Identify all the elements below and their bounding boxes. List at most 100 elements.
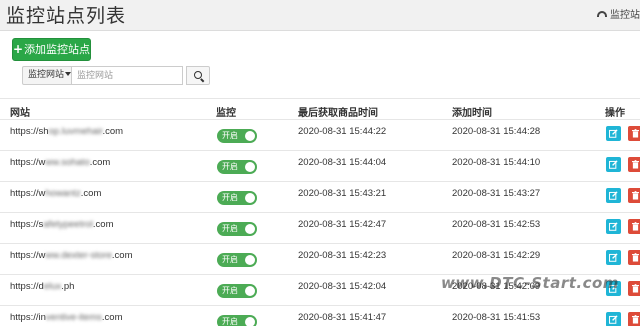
search-input[interactable] (72, 66, 183, 85)
site-url-suffix: .com (101, 312, 123, 323)
watermark: www.DTC-Start.com (441, 274, 619, 292)
delete-button[interactable] (628, 281, 640, 296)
row-divider (0, 243, 640, 244)
toggle-knob (245, 286, 255, 296)
monitor-toggle-label: 开启 (222, 131, 238, 140)
site-url-suffix: .com (89, 157, 111, 168)
caret-down-icon (65, 72, 72, 76)
monitor-toggle[interactable]: 开启 (217, 129, 257, 143)
search-type-label: 监控网站 (28, 70, 65, 80)
table-row: https://www.sohato.com 开启 2020-08-31 15:44… (0, 150, 640, 181)
edit-icon (609, 253, 618, 262)
edit-button[interactable] (606, 188, 621, 203)
column-header-monitor: 监控 (216, 108, 236, 119)
table-top-border (0, 98, 640, 99)
edit-button[interactable] (606, 219, 621, 234)
monitor-toggle[interactable]: 开启 (217, 191, 257, 205)
table-row: https://whowantz.com 开启 2020-08-31 15:43:2… (0, 181, 640, 212)
table-row: https://safetypeetrol.com 开启 2020-08-31 15… (0, 212, 640, 243)
site-url-prefix: https://s (10, 219, 44, 230)
monitor-toggle[interactable]: 开启 (217, 222, 257, 236)
edit-icon (609, 222, 618, 231)
search-type-dropdown[interactable]: 监控网站 (22, 66, 72, 85)
breadcrumb[interactable]: 监控站 (597, 6, 640, 21)
search-bar: 监控网站 (22, 66, 210, 85)
edit-icon (609, 191, 618, 200)
add-site-label: 添加监控站点 (24, 43, 91, 56)
search-icon (194, 71, 202, 79)
delete-button[interactable] (628, 250, 640, 265)
added-time: 2020-08-31 15:44:10 (452, 157, 541, 168)
edit-icon (609, 129, 618, 138)
row-divider (0, 119, 640, 120)
site-url[interactable]: https://www.sohato.com (10, 157, 110, 168)
last-fetch-time: 2020-08-31 15:41:47 (298, 312, 387, 323)
trash-icon (632, 222, 639, 231)
toggle-knob (245, 193, 255, 203)
toggle-knob (245, 224, 255, 234)
toggle-knob (245, 131, 255, 141)
edit-icon (609, 315, 618, 324)
toggle-knob (245, 255, 255, 265)
monitor-toggle[interactable]: 开启 (217, 284, 257, 298)
last-fetch-time: 2020-08-31 15:42:47 (298, 219, 387, 230)
site-url[interactable]: https://shop.luvmehair.com (10, 126, 123, 137)
site-url-suffix: .com (92, 219, 114, 230)
edit-button[interactable] (606, 126, 621, 141)
site-url-suffix: .com (102, 126, 124, 137)
delete-button[interactable] (628, 188, 640, 203)
edit-button[interactable] (606, 250, 621, 265)
added-time: 2020-08-31 15:42:29 (452, 250, 541, 261)
monitor-toggle-label: 开启 (222, 162, 238, 171)
site-url-redacted: ww.dexter-store (45, 250, 112, 261)
top-bar: 监控站点列表 监控站 (0, 0, 640, 31)
trash-icon (632, 315, 639, 324)
site-url-redacted: ventive-items (45, 312, 102, 323)
table-row: https://www.dexter-store.com 开启 2020-08-31… (0, 243, 640, 274)
add-site-button[interactable]: +添加监控站点 (12, 38, 91, 61)
added-time: 2020-08-31 15:41:53 (452, 312, 541, 323)
monitor-toggle[interactable]: 开启 (217, 253, 257, 267)
trash-icon (632, 160, 639, 169)
delete-button[interactable] (628, 157, 640, 172)
last-fetch-time: 2020-08-31 15:44:04 (298, 157, 387, 168)
search-button[interactable] (186, 66, 210, 85)
monitor-toggle-label: 开启 (222, 317, 238, 326)
monitor-toggle[interactable]: 开启 (217, 160, 257, 174)
column-header-added: 添加时间 (452, 108, 492, 119)
site-url[interactable]: https://www.dexter-store.com (10, 250, 133, 261)
last-fetch-time: 2020-08-31 15:44:22 (298, 126, 387, 137)
edit-button[interactable] (606, 312, 621, 326)
table-row: https://shop.luvmehair.com 开启 2020-08-31 1… (0, 119, 640, 150)
monitor-toggle-label: 开启 (222, 255, 238, 264)
site-url-redacted: howantz (45, 188, 81, 199)
column-header-last-fetch: 最后获取商品时间 (298, 108, 378, 119)
added-time: 2020-08-31 15:43:27 (452, 188, 541, 199)
delete-button[interactable] (628, 126, 640, 141)
last-fetch-time: 2020-08-31 15:42:04 (298, 281, 387, 292)
added-time: 2020-08-31 15:44:28 (452, 126, 541, 137)
breadcrumb-label: 监控站 (610, 10, 640, 21)
monitor-toggle-label: 开启 (222, 193, 238, 202)
delete-button[interactable] (628, 219, 640, 234)
last-fetch-time: 2020-08-31 15:42:23 (298, 250, 387, 261)
trash-icon (632, 253, 639, 262)
site-url-redacted: afetypeetrol (43, 219, 93, 230)
page-title: 监控站点列表 (6, 5, 127, 27)
site-url-suffix: .com (80, 188, 102, 199)
delete-button[interactable] (628, 312, 640, 326)
site-url-prefix: https://in (10, 312, 46, 323)
site-url[interactable]: https://safetypeetrol.com (10, 219, 114, 230)
site-url-redacted: elux (43, 281, 62, 292)
site-url-suffix: .ph (61, 281, 75, 292)
monitor-toggle-label: 开启 (222, 286, 238, 295)
edit-button[interactable] (606, 157, 621, 172)
row-divider (0, 181, 640, 182)
monitor-toggle-label: 开启 (222, 224, 238, 233)
site-url[interactable]: https://inventive-items.com (10, 312, 122, 323)
monitor-toggle[interactable]: 开启 (217, 315, 257, 326)
site-url[interactable]: https://delux.ph (10, 281, 74, 292)
site-url[interactable]: https://whowantz.com (10, 188, 101, 199)
added-time: 2020-08-31 15:42:53 (452, 219, 541, 230)
site-url-prefix: https://w (10, 157, 46, 168)
